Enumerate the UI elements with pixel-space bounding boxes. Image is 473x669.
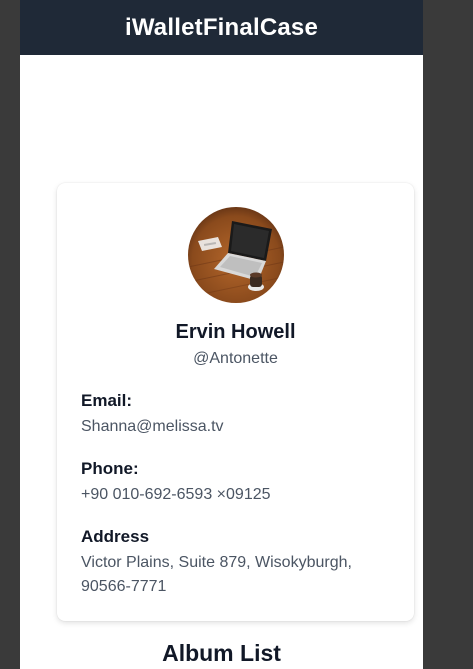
app-frame: iWalletFinalCase Ervin Howell @Antonette… [20, 0, 423, 669]
app-header: iWalletFinalCase [20, 0, 423, 55]
profile-card: Ervin Howell @Antonette Email: Shanna@me… [57, 183, 414, 621]
laptop-photo-icon [188, 207, 284, 303]
album-list-title: Album List [162, 640, 281, 666]
avatar [188, 207, 284, 303]
profile-name: Ervin Howell [175, 321, 296, 343]
phone-label: Phone: [81, 459, 139, 478]
email-value: Shanna@melissa.tv [81, 418, 224, 435]
phone-value: +90 010-692-6593 ×09125 [81, 486, 271, 503]
app-title: iWalletFinalCase [124, 13, 319, 41]
address-value: Victor Plains, Suite 879, Wisokyburgh, 9… [81, 554, 352, 595]
email-label: Email: [81, 391, 133, 410]
address-label: Address [81, 527, 150, 546]
profile-username: @Antonette [193, 350, 278, 367]
